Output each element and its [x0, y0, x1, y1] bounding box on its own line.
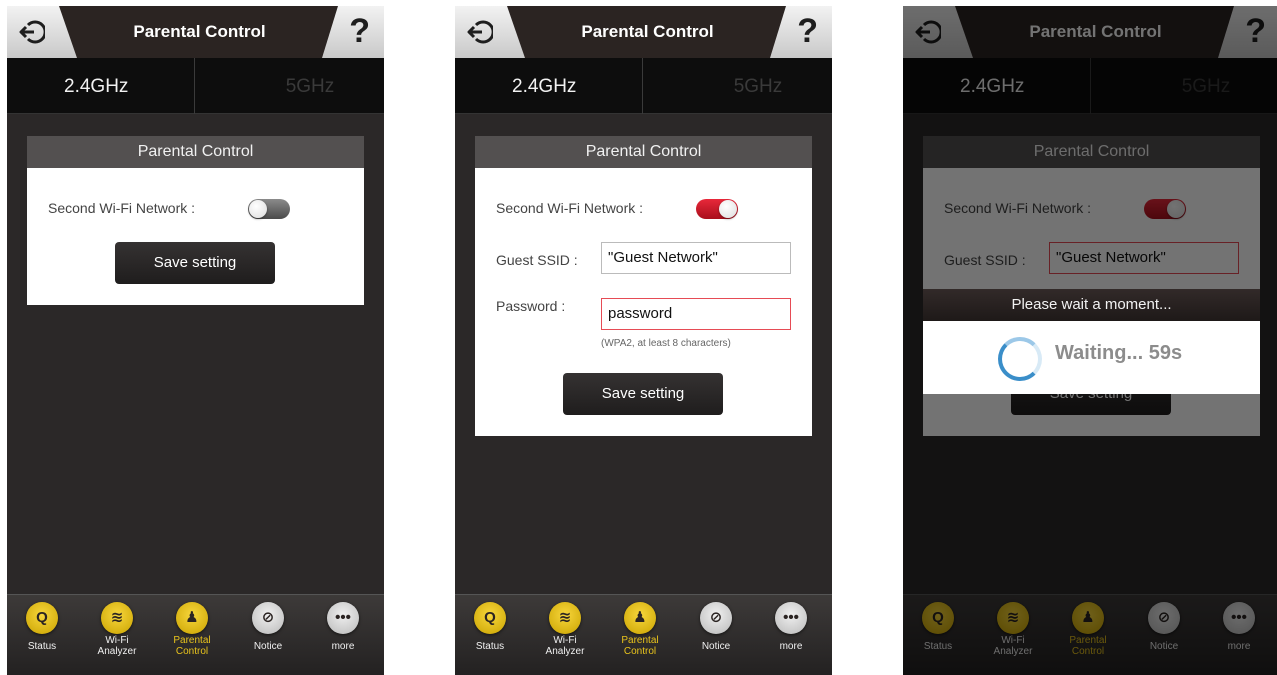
card-title: Parental Control	[475, 136, 812, 168]
status-icon: Q	[474, 602, 506, 634]
password-hint: (WPA2, at least 8 characters)	[601, 338, 731, 349]
nav-label: Wi-Fi Analyzer	[545, 635, 585, 657]
second-wifi-toggle[interactable]	[696, 199, 738, 219]
nav-item-notice[interactable]: ⊘ Notice	[681, 595, 751, 675]
help-icon: ?	[797, 12, 818, 50]
second-wifi-toggle[interactable]	[248, 199, 290, 219]
nav-label: Wi-Fi Analyzer	[97, 635, 137, 657]
nav-label: Notice	[701, 641, 731, 652]
guest-ssid-label: Guest SSID :	[496, 252, 578, 268]
help-icon: ?	[349, 12, 370, 50]
nav-item-more[interactable]: ••• more	[756, 595, 826, 675]
bottom-nav: Q Status ≋ Wi-Fi Analyzer ♟ Parental Con…	[455, 594, 832, 675]
nav-item-status[interactable]: Q Status	[455, 595, 525, 675]
more-icon: •••	[775, 602, 807, 634]
back-arrow-icon	[467, 20, 493, 44]
loading-spinner-icon	[998, 337, 1042, 381]
save-setting-button[interactable]: Save setting	[563, 373, 723, 415]
wifi-icon: ≋	[549, 602, 581, 634]
nav-label: more	[779, 641, 803, 652]
nav-label: Parental Control	[173, 635, 211, 657]
notice-icon: ⊘	[700, 602, 732, 634]
second-wifi-label: Second Wi-Fi Network :	[496, 200, 644, 216]
nav-item-wifi-analyzer[interactable]: ≋ Wi-Fi Analyzer	[82, 595, 152, 675]
wait-dialog: Please wait a moment... Waiting... 59s	[923, 289, 1260, 394]
screen-saving: Parental Control ? 2.4GHz 5GHz Parental …	[903, 6, 1277, 675]
app-header: Parental Control ?	[455, 6, 832, 58]
nav-item-parental-control[interactable]: ♟ Parental Control	[605, 595, 675, 675]
nav-label: Parental Control	[621, 635, 659, 657]
help-button[interactable]: ?	[322, 6, 384, 58]
toggle-knob	[249, 200, 267, 218]
dialog-title: Please wait a moment...	[923, 289, 1260, 321]
tab-2-4ghz[interactable]: 2.4GHz	[7, 58, 195, 114]
tab-5ghz[interactable]: 5GHz	[196, 58, 384, 114]
nav-label: Status	[475, 641, 505, 652]
password-input[interactable]: password	[601, 298, 791, 330]
back-arrow-icon	[19, 20, 45, 44]
nav-item-parental-control[interactable]: ♟ Parental Control	[157, 595, 227, 675]
wifi-icon: ≋	[101, 602, 133, 634]
band-tabs: 2.4GHz 5GHz	[455, 58, 832, 114]
save-setting-button[interactable]: Save setting	[115, 242, 275, 284]
status-icon: Q	[26, 602, 58, 634]
guest-ssid-input[interactable]: "Guest Network"	[601, 242, 791, 274]
more-icon: •••	[327, 602, 359, 634]
tab-5ghz[interactable]: 5GHz	[644, 58, 832, 114]
help-button[interactable]: ?	[770, 6, 832, 58]
card-title: Parental Control	[27, 136, 364, 168]
nav-label: more	[331, 641, 355, 652]
back-button[interactable]	[7, 6, 77, 58]
nav-item-wifi-analyzer[interactable]: ≋ Wi-Fi Analyzer	[530, 595, 600, 675]
nav-item-notice[interactable]: ⊘ Notice	[233, 595, 303, 675]
page-title: Parental Control	[581, 22, 714, 41]
nav-item-more[interactable]: ••• more	[308, 595, 378, 675]
parental-icon: ♟	[176, 602, 208, 634]
parental-control-card: Parental Control Second Wi-Fi Network : …	[27, 136, 364, 305]
back-button[interactable]	[455, 6, 525, 58]
second-wifi-label: Second Wi-Fi Network :	[48, 200, 196, 216]
password-label: Password :	[496, 298, 566, 314]
nav-label: Status	[27, 641, 57, 652]
parental-icon: ♟	[624, 602, 656, 634]
nav-label: Notice	[253, 641, 283, 652]
app-header: Parental Control ?	[7, 6, 384, 58]
parental-control-card: Parental Control Second Wi-Fi Network : …	[475, 136, 812, 436]
bottom-nav: Q Status ≋ Wi-Fi Analyzer ♟ Parental Con…	[7, 594, 384, 675]
tab-2-4ghz[interactable]: 2.4GHz	[455, 58, 643, 114]
band-tabs: 2.4GHz 5GHz	[7, 58, 384, 114]
screen-toggle-on: Parental Control ? 2.4GHz 5GHz Parental …	[455, 6, 832, 675]
screen-toggle-off: Parental Control ? 2.4GHz 5GHz Parental …	[7, 6, 384, 675]
waiting-countdown: Waiting... 59s	[1055, 342, 1183, 364]
notice-icon: ⊘	[252, 602, 284, 634]
nav-item-status[interactable]: Q Status	[7, 595, 77, 675]
toggle-knob	[719, 200, 737, 218]
page-title: Parental Control	[133, 22, 266, 41]
